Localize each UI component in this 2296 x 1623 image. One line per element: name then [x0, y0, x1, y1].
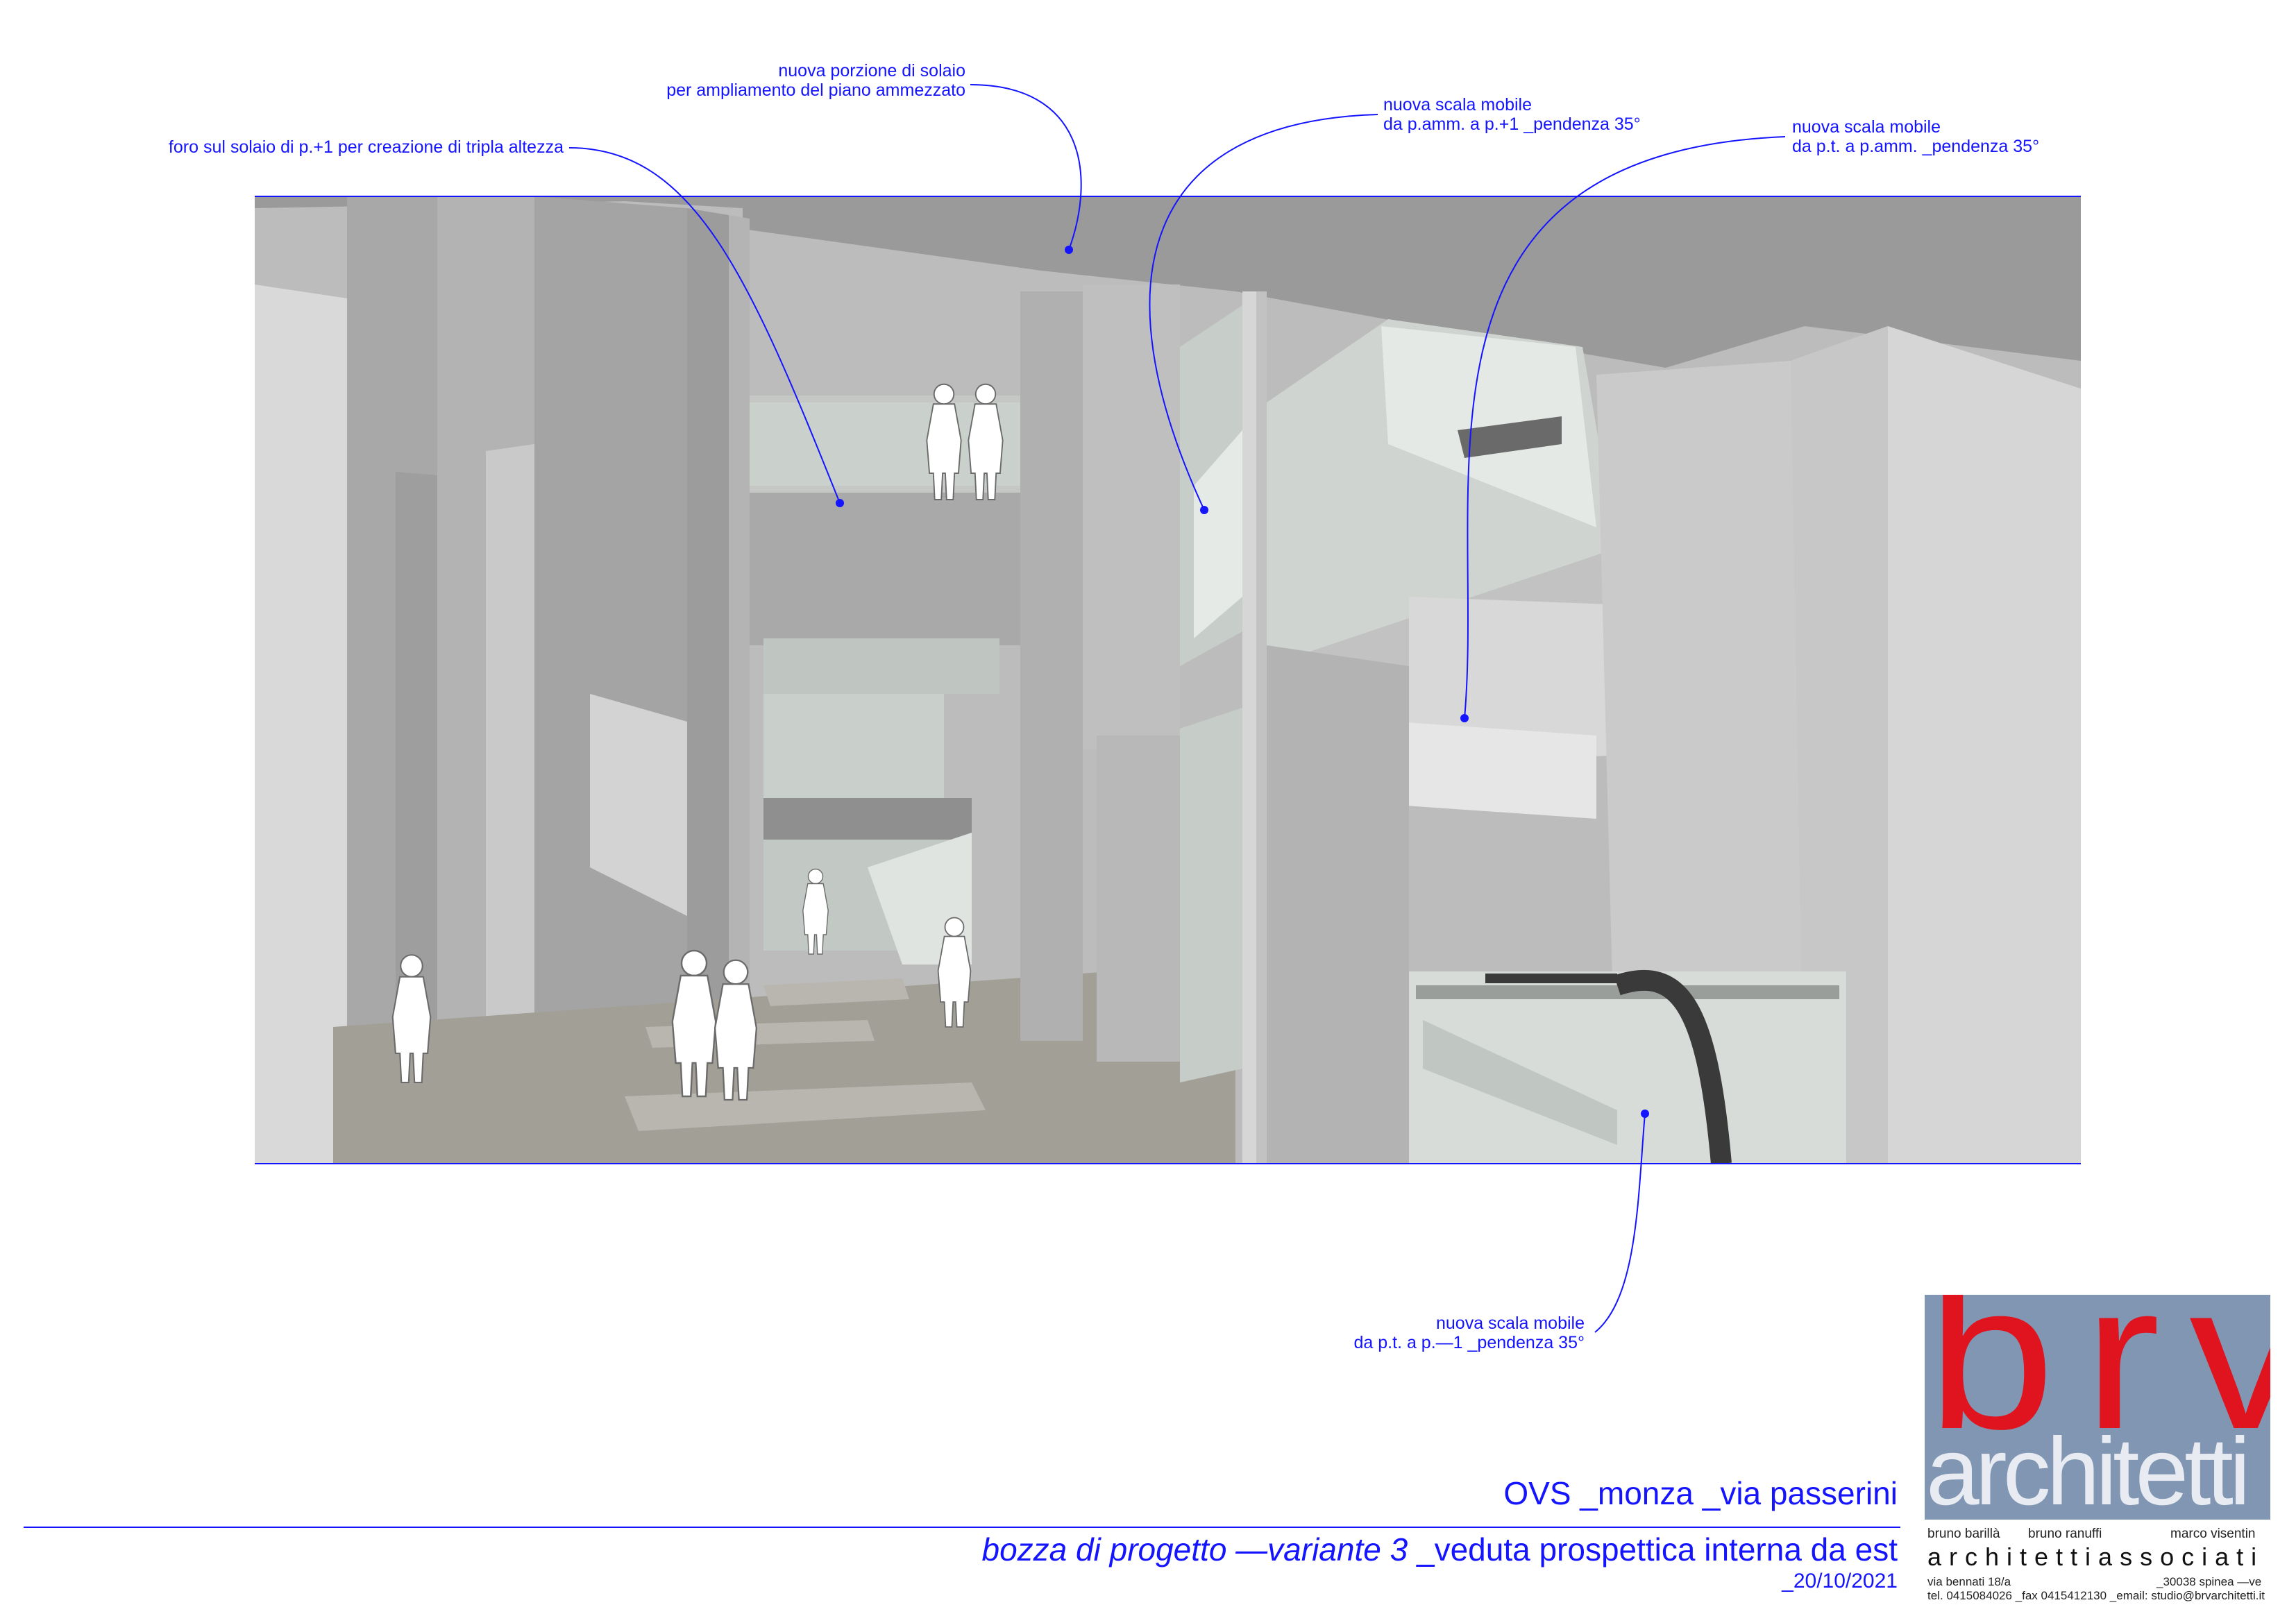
partner-name: bruno ranuffi — [2028, 1527, 2102, 1541]
address-street: via bennati 18/a — [1927, 1575, 2011, 1588]
annotation-foro: foro sul solaio di p.+1 per creazione di… — [168, 137, 564, 157]
title-divider — [24, 1527, 1900, 1528]
logo-word: architetti — [1926, 1418, 2251, 1520]
drawing-subtitle: bozza di progetto —variante 3 _veduta pr… — [982, 1531, 1898, 1568]
contacts: tel. 0415084026 _fax 0415412130 _email: … — [1927, 1589, 2265, 1602]
firm-name: architettiassociati — [1927, 1543, 2265, 1571]
brv-logo: brv architetti — [1925, 1295, 2270, 1520]
partner-name: marco visentin — [2170, 1527, 2256, 1541]
subtitle-view: _veduta prospettica interna da est — [1408, 1531, 1898, 1567]
annotation-scala-pt-amm: nuova scala mobile da p.t. a p.amm. _pen… — [1792, 117, 2040, 156]
address-city: _30038 spinea —ve — [2156, 1575, 2262, 1588]
annotation-scala-amm-p1: nuova scala mobile da p.amm. a p.+1 _pen… — [1383, 95, 1641, 134]
annotation-scala-pt-meno1: nuova scala mobile da p.t. a p.—1 _pende… — [1353, 1314, 1585, 1352]
annotation-solaio: nuova porzione di solaio per ampliamento… — [666, 61, 965, 100]
subtitle-variant: bozza di progetto —variante 3 — [981, 1531, 1408, 1567]
drawing-date: _20/10/2021 — [1782, 1570, 1898, 1592]
project-title: OVS _monza _via passerini — [1503, 1475, 1898, 1511]
partner-name: bruno barillà — [1927, 1527, 2000, 1541]
